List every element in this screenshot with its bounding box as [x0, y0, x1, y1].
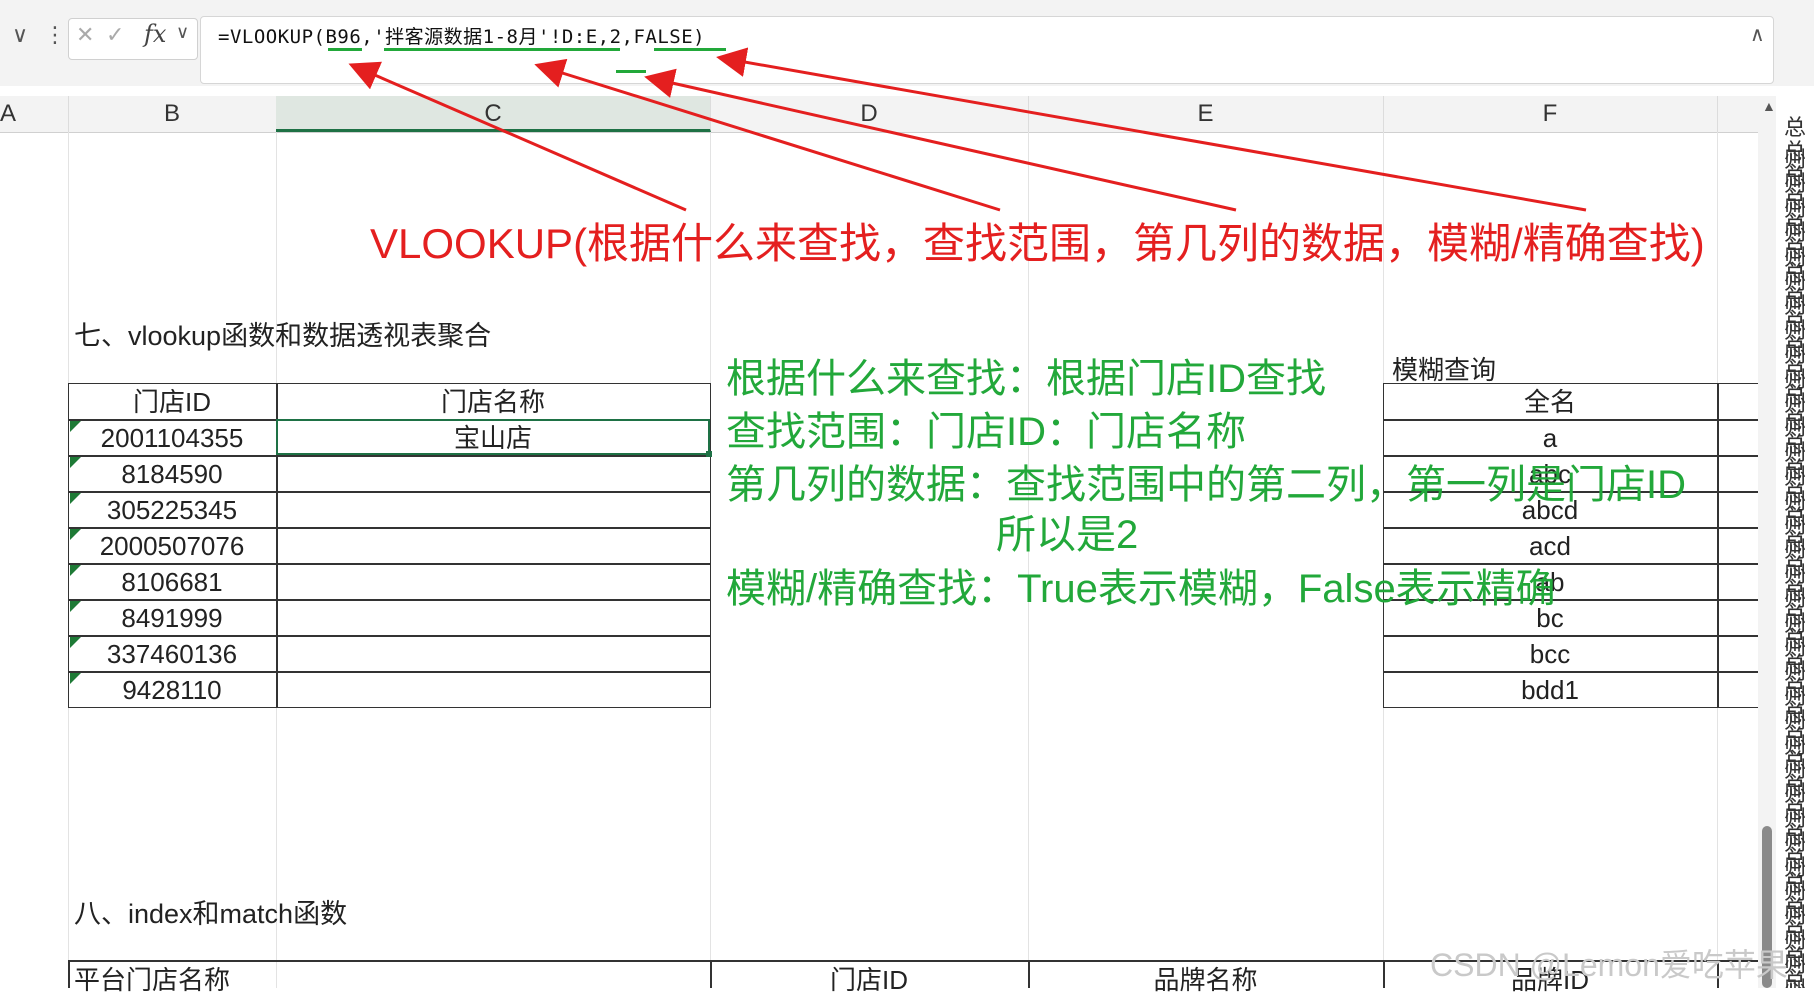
scroll-up-icon[interactable]: ▲: [1762, 98, 1776, 114]
right-strip-text: 总则: [1784, 969, 1807, 988]
arrow-arg1: [348, 61, 687, 212]
watermark: CSDN @Lemon爱吃苹果: [1430, 947, 1788, 983]
annotation-arrows: [348, 47, 1587, 212]
arrow-arg2: [534, 58, 1001, 212]
arrow-arg4: [716, 47, 1587, 212]
adjacent-sheet-strip: 总则 总则 总则 总则 总则 总则 总则 总则 总则 总则 总则 总则 总则 总则 总则 总则 总则 总则 总则 总则…: [1776, 110, 1814, 988]
